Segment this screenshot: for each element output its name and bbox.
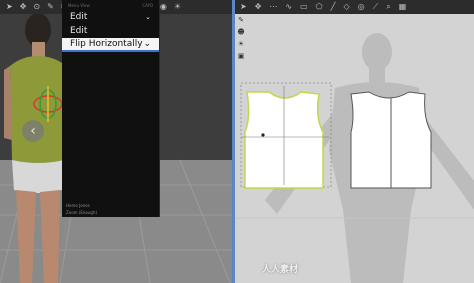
points-icon[interactable]: ⋯ xyxy=(269,3,277,11)
context-panel[interactable]: Menu View CAYO Edit ⌄ Edit Flip Horizont… xyxy=(62,0,160,217)
pin-icon[interactable]: ⊙ xyxy=(33,3,40,11)
edit-dropdown-label: Edit xyxy=(70,12,88,22)
rect-icon[interactable]: ▭ xyxy=(300,3,308,11)
light-icon[interactable]: ☀ xyxy=(174,3,181,11)
dart-icon[interactable]: ◇ xyxy=(343,3,349,11)
panel-header-title: Menu View xyxy=(68,2,90,8)
edit-option[interactable]: Edit xyxy=(62,24,159,38)
edit-option-label: Edit xyxy=(70,26,88,36)
texture-icon[interactable]: ▣ xyxy=(238,53,245,60)
carousel-prev-button[interactable]: ‹ xyxy=(22,120,44,142)
transform-icon[interactable]: ✥ xyxy=(20,3,27,11)
grid-icon[interactable]: ▦ xyxy=(399,3,407,11)
zoom-icon[interactable]: ⌕ xyxy=(386,3,390,11)
chevron-down-icon: ⌄ xyxy=(145,13,151,21)
pattern-point xyxy=(261,133,265,137)
pointer-icon[interactable]: ➤ xyxy=(6,3,13,11)
avatar-toggle-icon[interactable]: ☻ xyxy=(237,29,244,36)
camera-icon[interactable]: ◉ xyxy=(160,3,167,11)
pattern-canvas xyxy=(235,33,474,283)
select-icon[interactable]: ➤ xyxy=(240,3,247,11)
flip-horizontally-label: Flip Horizontally xyxy=(70,39,143,49)
light-icon[interactable]: ☀ xyxy=(238,41,244,48)
brush-icon[interactable]: ✎ xyxy=(238,17,244,24)
panel-footer-zoom: Zoom (Enough) xyxy=(66,210,98,215)
2d-pattern-view[interactable] xyxy=(235,0,474,283)
panel-header-code: CAYO xyxy=(142,2,153,8)
2d-side-toolbar: ✎ ☻ ☀ ▣ xyxy=(235,14,247,74)
sew-icon[interactable]: ⟋ xyxy=(373,3,379,11)
flip-horizontally-option[interactable]: Flip Horizontally ⌄ xyxy=(62,38,159,52)
transform-icon[interactable]: ✥ xyxy=(255,3,262,11)
panel-header: Menu View CAYO xyxy=(62,0,159,10)
trace-icon[interactable]: ◎ xyxy=(358,3,365,11)
chevron-down-icon: ⌄ xyxy=(143,39,151,49)
curve-icon[interactable]: ∿ xyxy=(285,3,292,11)
internal-line-icon[interactable]: ╱ xyxy=(331,3,336,11)
panel-footer-name: Hemo Jones xyxy=(66,203,90,208)
watermark-logo: 人人素材 xyxy=(262,265,299,275)
tool-icon[interactable]: ✎ xyxy=(47,3,54,11)
2d-toolbar: ➤ ✥ ⋯ ∿ ▭ ⬠ ╱ ◇ ◎ ⟋ ⌕ ▦ xyxy=(235,0,474,14)
edit-dropdown[interactable]: Edit ⌄ xyxy=(62,10,159,24)
polygon-icon[interactable]: ⬠ xyxy=(316,3,323,11)
app-root: ‹ ➤ ✥ ⊙ ✎ ✂ ⟋ ↗ ◫ ▤ ▦ ☺ ◉ ☀ Menu View CA… xyxy=(0,0,474,283)
